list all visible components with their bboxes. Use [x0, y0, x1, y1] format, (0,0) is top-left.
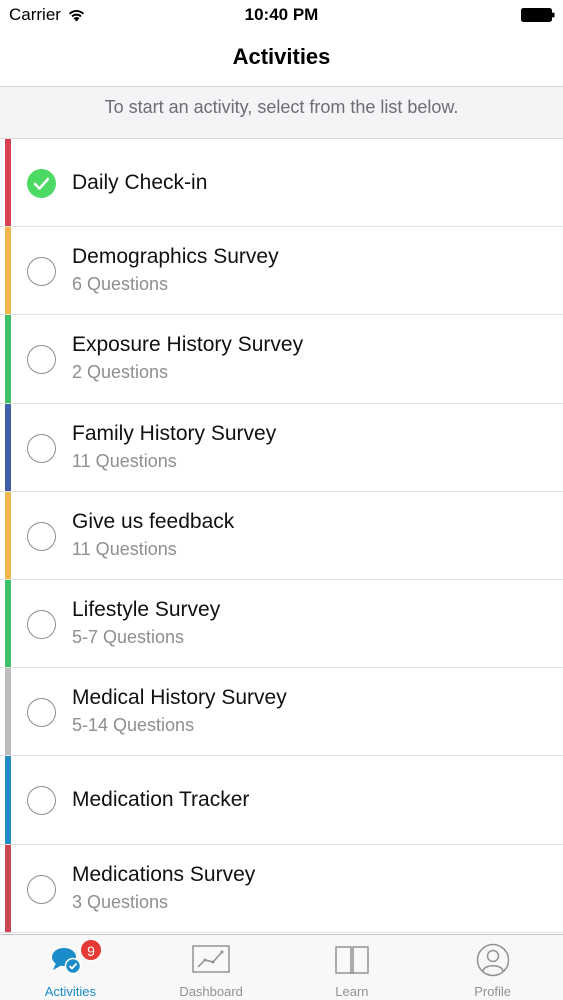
activity-question-count: 2 Questions — [72, 362, 169, 383]
tab-bar: 9 Activities Dashboard Learn Profile — [0, 934, 563, 1000]
activity-question-count: 5-14 Questions — [72, 715, 195, 736]
activity-title: Medical History Survey — [72, 686, 287, 710]
incomplete-circle-icon — [27, 698, 56, 728]
activity-text: Family History Survey 11 Questions — [72, 422, 553, 472]
activity-row[interactable]: Exposure History Survey 2 Questions — [0, 315, 563, 404]
status-bar: Carrier 10:40 PM — [0, 0, 563, 30]
tab-label: Learn — [335, 984, 369, 999]
activity-row[interactable]: Medications Survey 3 Questions — [0, 844, 563, 933]
completed-check-icon — [27, 169, 56, 198]
activity-color-bar — [5, 403, 11, 491]
activity-row[interactable]: Family History Survey 11 Questions — [0, 403, 563, 492]
activity-color-bar — [5, 756, 11, 844]
activity-question-count: 6 Questions — [72, 274, 169, 295]
page-title: Activities — [232, 44, 331, 69]
battery-icon — [521, 8, 555, 22]
activity-color-bar — [5, 315, 11, 403]
profile-person-icon — [476, 943, 509, 977]
activity-color-bar — [5, 668, 11, 756]
activity-title: Demographics Survey — [72, 245, 279, 269]
navigation-bar: Activities — [0, 30, 563, 87]
activity-color-bar — [5, 491, 11, 579]
tab-learn[interactable]: Learn — [282, 935, 423, 1000]
incomplete-circle-icon — [27, 521, 56, 551]
activity-color-bar — [5, 227, 11, 315]
activity-text: Demographics Survey 6 Questions — [72, 245, 553, 295]
tab-profile[interactable]: Profile — [422, 935, 563, 1000]
activity-text: Medical History Survey 5-14 Questions — [72, 686, 553, 736]
incomplete-circle-icon — [27, 345, 56, 375]
learn-book-icon — [335, 946, 369, 974]
activity-list[interactable]: Daily Check-in Demographics Survey 6 Quest… — [0, 139, 563, 934]
incomplete-circle-icon — [27, 609, 56, 639]
activities-badge: 9 — [80, 939, 102, 961]
instructions-text: To start an activity, select from the li… — [104, 97, 459, 117]
status-time: 10:40 PM — [244, 5, 319, 24]
activity-row[interactable]: Lifestyle Survey 5-7 Questions — [0, 579, 563, 669]
activity-text: Give us feedback 11 Questions — [72, 510, 553, 560]
incomplete-circle-icon — [27, 433, 56, 463]
activity-title: Lifestyle Survey — [72, 597, 221, 621]
incomplete-circle-icon — [27, 874, 56, 904]
tab-label: Profile — [474, 984, 512, 999]
activity-row[interactable]: Demographics Survey 6 Questions — [0, 227, 563, 316]
activity-row[interactable]: Daily Check-in — [0, 139, 563, 228]
instructions-banner: To start an activity, select from the li… — [0, 87, 563, 139]
activity-color-bar — [5, 844, 11, 932]
tab-label: Dashboard — [179, 984, 243, 999]
tab-activities[interactable]: 9 Activities — [0, 935, 141, 1000]
activity-row[interactable]: Medical History Survey 5-14 Questions — [0, 668, 563, 757]
activity-title: Medications Survey — [72, 862, 256, 886]
activity-question-count: 3 Questions — [72, 891, 169, 912]
activity-color-bar — [5, 139, 11, 227]
activity-question-count: 11 Questions — [72, 538, 177, 559]
dashboard-chart-icon — [192, 945, 230, 973]
activity-title: Give us feedback — [72, 509, 235, 533]
activity-question-count: 11 Questions — [72, 450, 177, 471]
activity-row[interactable]: Medication Tracker — [0, 756, 563, 845]
activity-color-bar — [5, 579, 11, 668]
activity-title: Medication Tracker — [72, 788, 250, 812]
activity-text: Lifestyle Survey 5-7 Questions — [72, 598, 553, 648]
activity-title: Family History Survey — [72, 421, 277, 445]
tab-dashboard[interactable]: Dashboard — [141, 935, 282, 1000]
activity-text: Medications Survey 3 Questions — [72, 863, 553, 913]
tab-label: Activities — [44, 984, 97, 999]
activity-text: Medication Tracker — [72, 788, 553, 812]
incomplete-circle-icon — [27, 786, 56, 816]
activity-text: Exposure History Survey 2 Questions — [72, 333, 553, 383]
activity-title: Daily Check-in — [72, 171, 208, 194]
activity-title: Exposure History Survey — [72, 333, 304, 357]
activity-row[interactable]: Give us feedback 11 Questions — [0, 491, 563, 580]
incomplete-circle-icon — [27, 257, 56, 287]
activity-question-count: 5-7 Questions — [72, 626, 185, 647]
activity-text: Daily Check-in — [72, 171, 553, 195]
